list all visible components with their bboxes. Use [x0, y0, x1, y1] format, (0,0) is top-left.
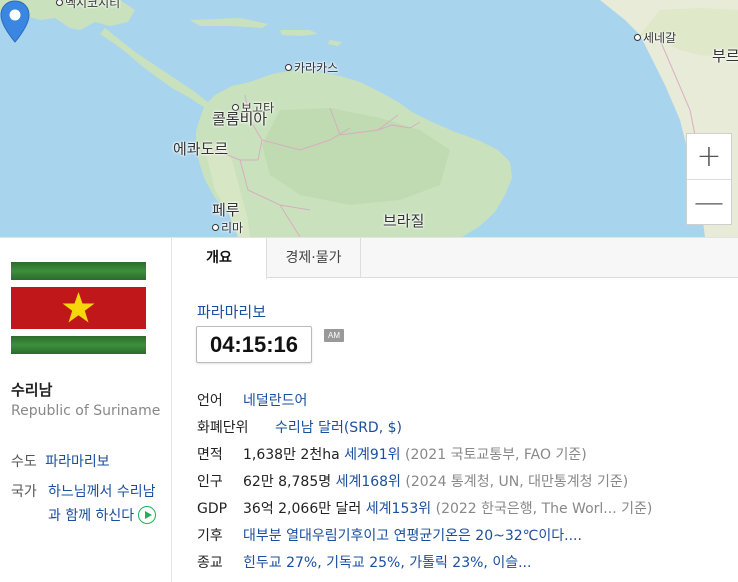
- religion-link[interactable]: 힌두교 27%, 기독교 25%, 가톨릭 23%, 이슬...: [243, 555, 531, 571]
- map-view[interactable]: 멕시코시티 카라카스 보고타 콜롬비아 에콰도르 페루 리마 브라질 세네갈 부…: [0, 0, 738, 237]
- population-rank-link[interactable]: 세계168위: [336, 474, 401, 490]
- population-row: 인구 62만 8,785명 세계168위 (2024 통계청, UN, 대만통계청…: [197, 469, 628, 495]
- country-detail-panel: 개요 경제·물가 파라마리보 04:15:16 AM 언어 네덜란드어 화폐단위 수…: [172, 237, 738, 582]
- map-label-lima: 리마: [212, 219, 243, 236]
- area-source: (2021 국토교통부, FAO 기준): [405, 447, 587, 463]
- currency-row: 화폐단위 수리남 달러(SRD, $): [197, 415, 402, 441]
- tab-economy-prices[interactable]: 경제·물가: [267, 238, 361, 278]
- language-row: 언어 네덜란드어: [197, 388, 307, 414]
- climate-link[interactable]: 대부분 열대우림기후이고 연평균기온은 20~32℃이다....: [243, 528, 582, 544]
- map-label-brazil: 브라질: [383, 212, 425, 230]
- capital-link[interactable]: 파라마리보: [45, 454, 109, 470]
- capital-label: 수도: [11, 454, 37, 470]
- country-summary-panel: 수리남 Republic of Suriname 수도 파라마리보 국가 하느님…: [0, 237, 172, 582]
- anthem-row: 국가 하느님께서 수리남과 함께 하신다: [11, 480, 161, 528]
- map-label-senegal: 세네갈: [634, 29, 676, 46]
- climate-label: 기후: [197, 528, 223, 544]
- language-link[interactable]: 네덜란드어: [243, 393, 307, 409]
- map-label-peru: 페루: [212, 201, 240, 219]
- suriname-flag-icon: [11, 262, 146, 354]
- capital-row: 수도 파라마리보: [11, 450, 110, 474]
- population-label: 인구: [197, 474, 223, 490]
- climate-row: 기후 대부분 열대우림기후이고 연평균기온은 20~32℃이다....: [197, 523, 582, 549]
- area-rank-link[interactable]: 세계91위: [344, 447, 400, 463]
- city-dot-icon: [56, 0, 63, 6]
- population-source: (2024 통계청, UN, 대만통계청 기준): [405, 474, 629, 490]
- gdp-label: GDP: [197, 501, 228, 517]
- currency-label: 화폐단위: [197, 420, 249, 436]
- local-time-clock: 04:15:16: [196, 326, 312, 363]
- population-value: 62만 8,785명: [243, 474, 332, 490]
- tab-overview[interactable]: 개요: [172, 238, 267, 279]
- currency-link[interactable]: 수리남 달러(SRD, $): [275, 420, 402, 436]
- detail-tabs: 개요 경제·물가: [172, 238, 738, 279]
- location-pin-icon[interactable]: [0, 0, 30, 44]
- country-name: 수리남: [11, 381, 53, 399]
- anthem-label: 국가: [11, 484, 37, 500]
- local-time-city: 파라마리보: [197, 303, 267, 321]
- ampm-badge: AM: [324, 329, 344, 342]
- map-label-caracas: 카라카스: [285, 59, 338, 76]
- country-info-page: 멕시코시티 카라카스 보고타 콜롬비아 에콰도르 페루 리마 브라질 세네갈 부…: [0, 0, 738, 582]
- religion-row: 종교 힌두교 27%, 기독교 25%, 가톨릭 23%, 이슬...: [197, 550, 531, 576]
- area-row: 면적 1,638만 2천ha 세계91위 (2021 국토교통부, FAO 기준): [197, 442, 587, 468]
- country-english-name: Republic of Suriname: [11, 403, 161, 419]
- area-value: 1,638만 2천ha: [243, 447, 340, 463]
- city-dot-icon: [634, 34, 641, 41]
- city-dot-icon: [212, 224, 219, 231]
- gdp-rank-link[interactable]: 세계153위: [366, 501, 431, 517]
- city-dot-icon: [285, 64, 292, 71]
- map-label-mexico-city: 멕시코시티: [56, 0, 120, 11]
- zoom-out-button[interactable]: —: [687, 179, 731, 224]
- area-label: 면적: [197, 447, 223, 463]
- map-canvas[interactable]: [0, 0, 738, 237]
- zoom-in-button[interactable]: +: [687, 134, 731, 179]
- gdp-source: (2022 한국은행, The Worl... 기준): [435, 501, 653, 517]
- religion-label: 종교: [197, 555, 223, 571]
- map-label-ecuador: 에콰도르: [173, 140, 229, 158]
- anthem-link[interactable]: 하느님께서 수리남과 함께 하신다: [48, 480, 161, 528]
- map-label-burkina: 부르: [712, 47, 738, 65]
- zoom-controls: + —: [686, 133, 732, 225]
- play-icon[interactable]: [138, 506, 157, 524]
- language-label: 언어: [197, 393, 223, 409]
- gdp-row: GDP 36억 2,066만 달러 세계153위 (2022 한국은행, The …: [197, 496, 652, 522]
- map-label-colombia: 콜롬비아: [212, 110, 268, 128]
- gdp-value: 36억 2,066만 달러: [243, 501, 362, 517]
